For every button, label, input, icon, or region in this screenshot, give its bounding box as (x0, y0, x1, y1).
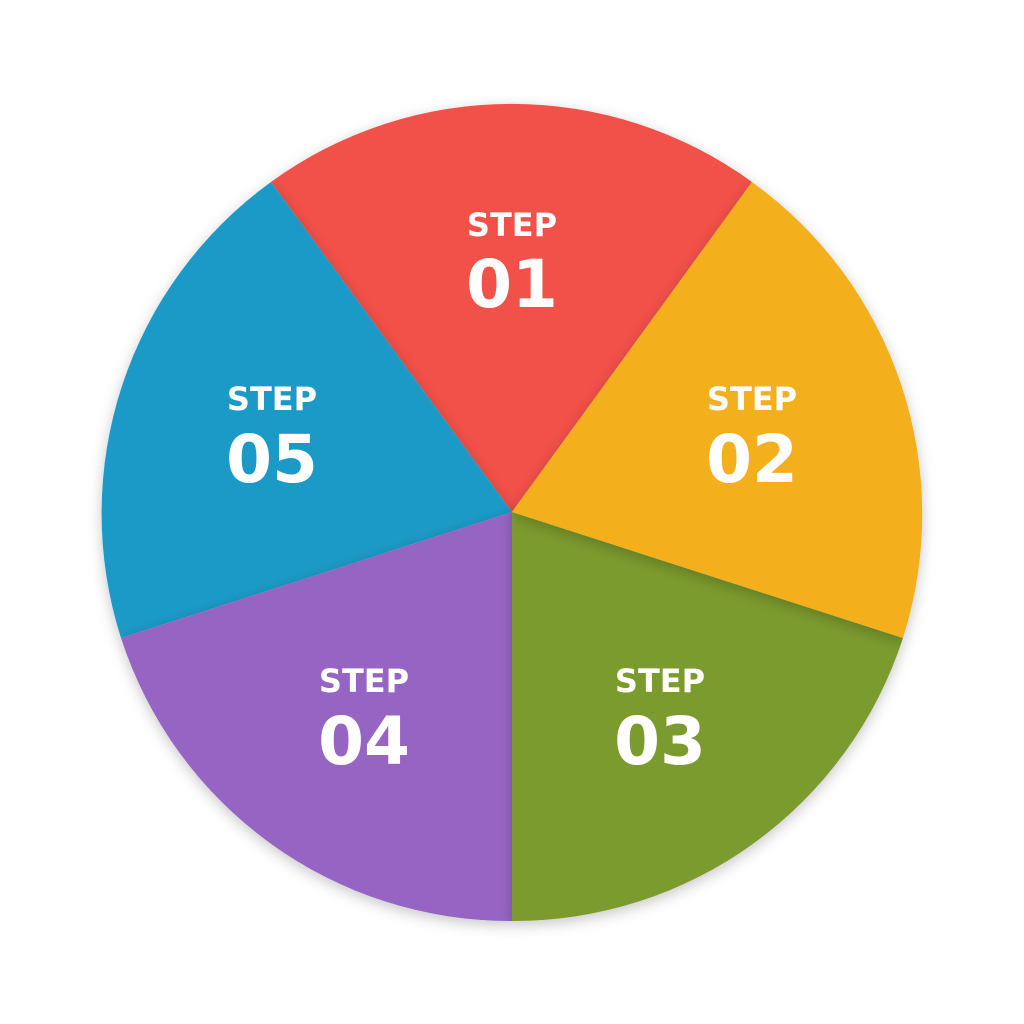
step-01-word: STEP (467, 206, 557, 244)
step-wheel: STEP 01 STEP 02 STEP 03 STEP 04 STEP 05 (101, 103, 923, 922)
label-step-05: STEP 05 (226, 380, 318, 498)
step-03-word: STEP (615, 662, 705, 700)
step-02-number: 02 (706, 421, 798, 498)
label-step-03: STEP 03 (614, 662, 706, 780)
step-01-number: 01 (466, 246, 558, 323)
step-02-word: STEP (707, 380, 797, 418)
step-04-word: STEP (319, 662, 409, 700)
label-step-02: STEP 02 (706, 380, 798, 498)
step-04-number: 04 (318, 703, 410, 780)
step-05-number: 05 (226, 421, 318, 498)
label-step-01: STEP 01 (466, 206, 558, 323)
label-step-04: STEP 04 (318, 662, 410, 780)
step-03-number: 03 (614, 703, 706, 780)
step-wheel-diagram: STEP 01 STEP 02 STEP 03 STEP 04 STEP 05 (0, 0, 1024, 1024)
step-05-word: STEP (227, 380, 317, 418)
